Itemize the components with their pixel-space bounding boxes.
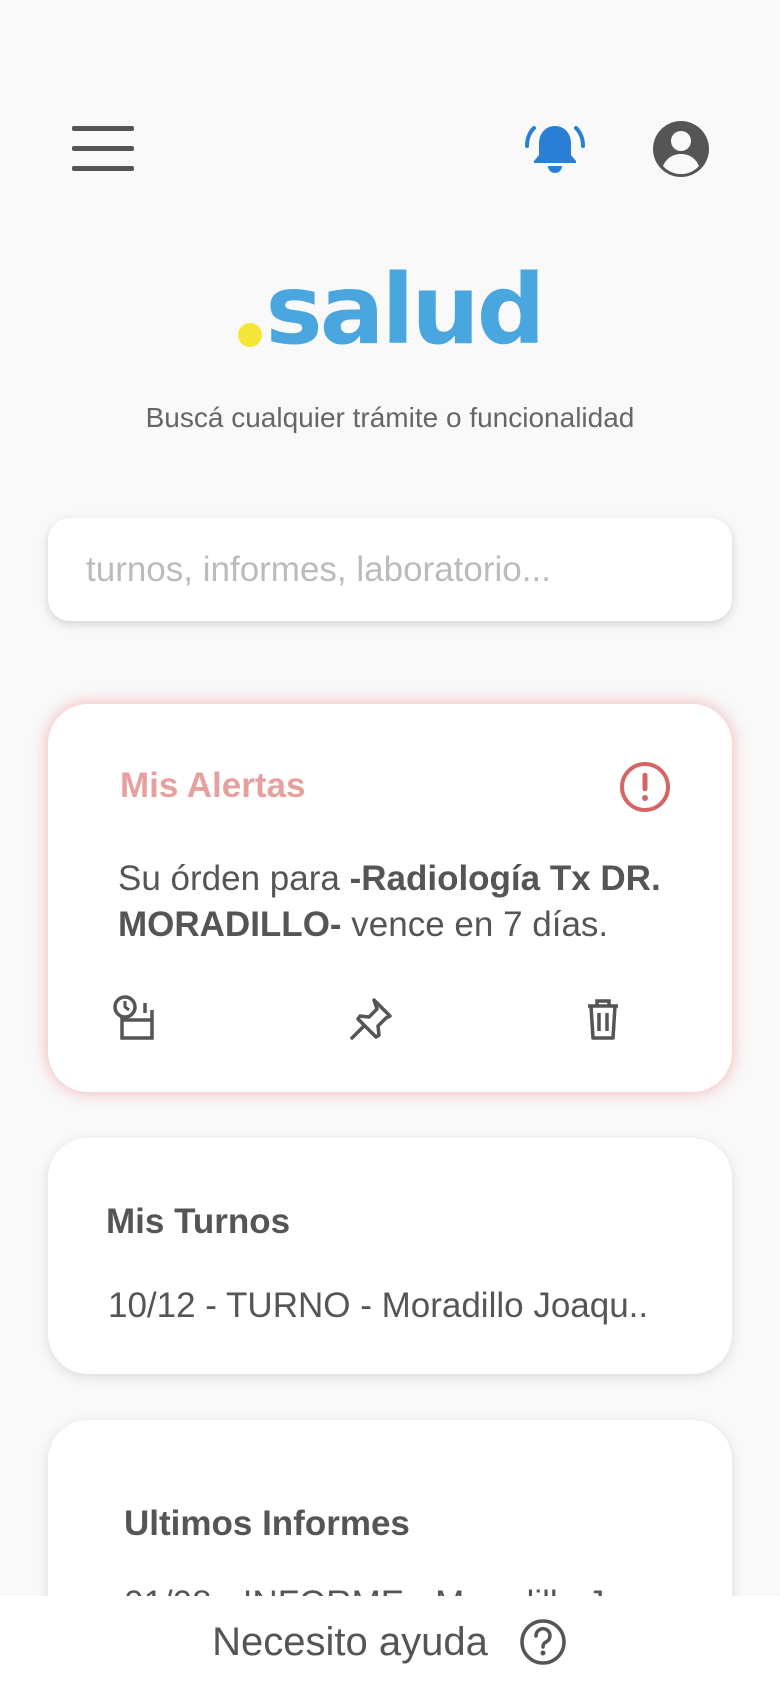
help-circle-icon — [520, 1619, 566, 1665]
notifications-button[interactable] — [524, 118, 586, 180]
alert-message: Su órden para -Radiología Tx DR. MORADIL… — [118, 859, 661, 944]
profile-button[interactable] — [651, 119, 711, 179]
app-screen: salud Buscá cualquier trámite o funciona… — [0, 0, 780, 1688]
hamburger-menu-icon — [72, 126, 134, 131]
alert-circle-icon — [620, 762, 670, 812]
search-hint: Buscá cualquier trámite o funcionalidad — [145, 402, 635, 433]
postpone-calendar-icon — [113, 995, 154, 1040]
appointments-title: Mis Turnos — [106, 1202, 291, 1241]
pin-icon — [350, 998, 392, 1040]
trash-icon — [588, 999, 618, 1040]
help-label: Necesito ayuda — [212, 1619, 488, 1664]
appointments-card[interactable]: Mis Turnos 10/12 - TURNO - Moradillo Joa… — [48, 1138, 732, 1374]
reports-title: Ultimos Informes — [124, 1504, 410, 1543]
logo-dot — [237, 323, 262, 347]
pin-alert-button[interactable] — [346, 994, 396, 1044]
account-circle-icon — [653, 121, 709, 177]
app-logo: salud — [0, 262, 780, 358]
bell-ringing-icon — [525, 126, 585, 173]
postpone-alert-button[interactable] — [112, 994, 162, 1044]
alerts-title: Mis Alertas — [120, 766, 306, 805]
alerts-card: Mis Alertas Su órden para -Radiología Tx… — [48, 704, 732, 1092]
menu-button[interactable] — [72, 126, 134, 172]
logo-text: salud — [265, 254, 546, 366]
appointment-item[interactable]: 10/12 - TURNO - Moradillo Joaqu.. — [108, 1286, 648, 1326]
delete-alert-button[interactable] — [578, 994, 628, 1044]
search-input[interactable] — [86, 549, 732, 590]
search-box[interactable] — [48, 518, 732, 621]
help-footer-button[interactable]: Necesito ayuda — [0, 1596, 780, 1688]
